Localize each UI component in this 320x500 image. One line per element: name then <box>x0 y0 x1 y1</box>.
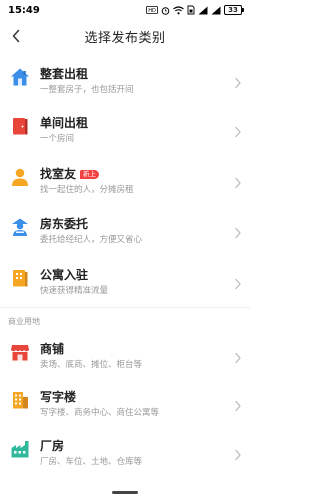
item-title-text: 找室友 <box>40 167 77 181</box>
list-item-factory[interactable]: 厂房 厂房、车位、土地、仓库等 <box>0 433 250 479</box>
chevron-right-icon <box>235 449 241 461</box>
page-title: 选择发布类别 <box>84 30 166 46</box>
agent-icon <box>12 218 28 236</box>
list-item-find-roommate[interactable]: 找室友 新上 找一起住的人，分摊房租 <box>0 161 250 207</box>
office-building-icon <box>13 392 28 409</box>
house-icon <box>11 68 29 86</box>
person-icon <box>12 168 28 186</box>
list-item-office[interactable]: 写字楼 写字楼、商务中心、商住公寓等 <box>0 384 250 430</box>
chevron-right-icon <box>235 227 241 239</box>
item-subtitle: 写字楼、商务中心、商住公寓等 <box>40 408 160 418</box>
status-bar: 15:49 HD 33 <box>0 0 250 20</box>
item-subtitle: 一个房间 <box>40 134 75 144</box>
home-indicator[interactable] <box>112 491 138 494</box>
status-icons: HD 33 <box>146 5 244 15</box>
chevron-right-icon <box>235 400 241 412</box>
chevron-right-icon <box>235 177 241 189</box>
signal-icon <box>211 6 221 14</box>
nav-bar: 选择发布类别 <box>0 20 250 52</box>
battery-icon: 33 <box>224 5 244 15</box>
list-item-landlord-entrust[interactable]: 房东委托 委托给经纪人，方便又省心 <box>0 211 250 257</box>
volte-icon: HD <box>146 6 158 14</box>
item-subtitle: 委托给经纪人，方便又省心 <box>40 235 143 245</box>
apartment-icon <box>13 270 28 287</box>
item-subtitle: 找一起住的人，分摊房租 <box>40 185 134 195</box>
item-title: 整套出租 <box>40 67 89 81</box>
factory-icon <box>11 441 29 458</box>
shop-icon <box>11 345 29 361</box>
item-subtitle: 一整套房子，也包括开间 <box>40 85 134 95</box>
item-subtitle: 厂房、车位、土地、仓库等 <box>40 457 143 467</box>
svg-text:HD: HD <box>148 8 156 14</box>
status-time: 15:49 <box>8 4 40 16</box>
section-divider <box>0 307 250 308</box>
chevron-right-icon <box>235 352 241 364</box>
door-icon <box>13 118 28 135</box>
item-subtitle: 卖场、底商、摊位、柜台等 <box>40 360 143 370</box>
item-title: 单间出租 <box>40 116 89 130</box>
item-subtitle: 快速获得精准流量 <box>40 286 109 296</box>
item-title: 写字楼 <box>40 390 77 404</box>
wifi-icon <box>173 5 184 14</box>
back-button[interactable] <box>6 26 26 46</box>
chevron-right-icon <box>235 278 241 290</box>
chevron-left-icon <box>12 29 20 43</box>
list-item-single-room[interactable]: 单间出租 一个房间 <box>0 110 250 156</box>
item-title: 房东委托 <box>40 217 89 231</box>
battery-level: 33 <box>228 6 238 14</box>
item-title: 找室友 新上 <box>40 167 100 181</box>
chevron-right-icon <box>235 126 241 138</box>
chevron-right-icon <box>235 77 241 89</box>
alarm-icon <box>161 6 170 15</box>
new-badge: 新上 <box>80 170 100 179</box>
list-item-apartment-join[interactable]: 公寓入驻 快速获得精准流量 <box>0 262 250 308</box>
list-item-shop[interactable]: 商铺 卖场、底商、摊位、柜台等 <box>0 336 250 382</box>
item-title: 商铺 <box>40 342 65 356</box>
item-title: 公寓入驻 <box>40 268 89 282</box>
section-label: 商业用地 <box>8 317 40 326</box>
list-item-whole-rent[interactable]: 整套出租 一整套房子，也包括开间 <box>0 61 250 107</box>
item-title: 厂房 <box>40 439 65 453</box>
sim-icon <box>187 5 195 15</box>
signal-icon <box>198 6 208 14</box>
